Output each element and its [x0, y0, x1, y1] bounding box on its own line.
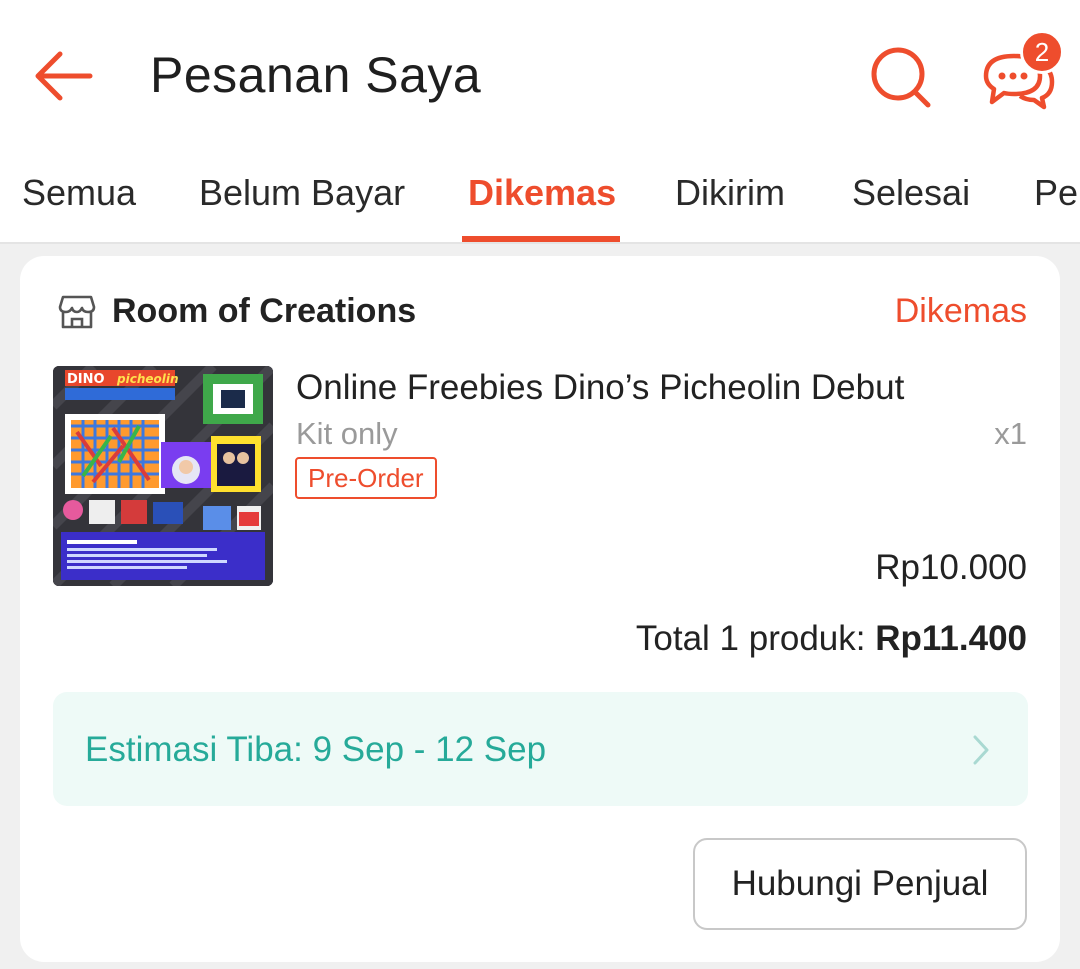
- back-button[interactable]: [30, 46, 96, 106]
- shop-name: Room of Creations: [112, 292, 417, 330]
- active-tab-indicator: [462, 236, 620, 242]
- tab-semua[interactable]: Semua: [22, 172, 136, 214]
- page-title: Pesanan Saya: [150, 47, 482, 103]
- search-icon: [871, 47, 931, 108]
- contact-seller-button[interactable]: Hubungi Penjual: [693, 838, 1027, 930]
- thumbnail-dino-text: DINO: [67, 372, 105, 387]
- order-total: Total 1 produk: Rp11.400: [636, 619, 1027, 659]
- total-amount: Rp11.400: [875, 619, 1027, 658]
- search-button[interactable]: [866, 44, 936, 110]
- tab-dikemas[interactable]: Dikemas: [468, 172, 616, 214]
- tab-dikirim[interactable]: Dikirim: [675, 172, 785, 214]
- app-header: Pesanan Saya 2: [0, 0, 1080, 150]
- tab-partial[interactable]: Pe: [1034, 172, 1078, 214]
- order-status-label: Dikemas: [894, 292, 1027, 330]
- product-price: Rp10.000: [875, 548, 1027, 587]
- chevron-right-icon: [973, 735, 989, 765]
- product-thumbnail-image: DINO picheolin: [53, 366, 273, 586]
- thumbnail-picheolin-text: picheolin: [116, 372, 179, 386]
- arrow-left-icon: [35, 51, 93, 101]
- order-status-tabs: Semua Belum Bayar Dikemas Dikirim Selesa…: [0, 150, 1080, 244]
- estimated-arrival-text: Estimasi Tiba: 9 Sep - 12 Sep: [85, 730, 547, 769]
- tab-selesai[interactable]: Selesai: [852, 172, 970, 214]
- preorder-tag: Pre-Order: [295, 457, 437, 499]
- product-variant: Kit only: [296, 416, 398, 451]
- total-label: Total 1 produk:: [635, 619, 876, 658]
- estimated-arrival-banner[interactable]: Estimasi Tiba: 9 Sep - 12 Sep: [53, 692, 1028, 806]
- chat-unread-badge: 2: [1020, 30, 1064, 74]
- product-quantity: x1: [994, 416, 1027, 451]
- order-card[interactable]: Room of Creations Dikemas DINO picheolin: [20, 256, 1060, 962]
- product-title[interactable]: Online Freebies Dino’s Picheolin Debut: [296, 368, 904, 408]
- store-icon: [58, 295, 96, 329]
- product-thumbnail[interactable]: DINO picheolin: [53, 366, 273, 586]
- tab-belum-bayar[interactable]: Belum Bayar: [199, 172, 405, 214]
